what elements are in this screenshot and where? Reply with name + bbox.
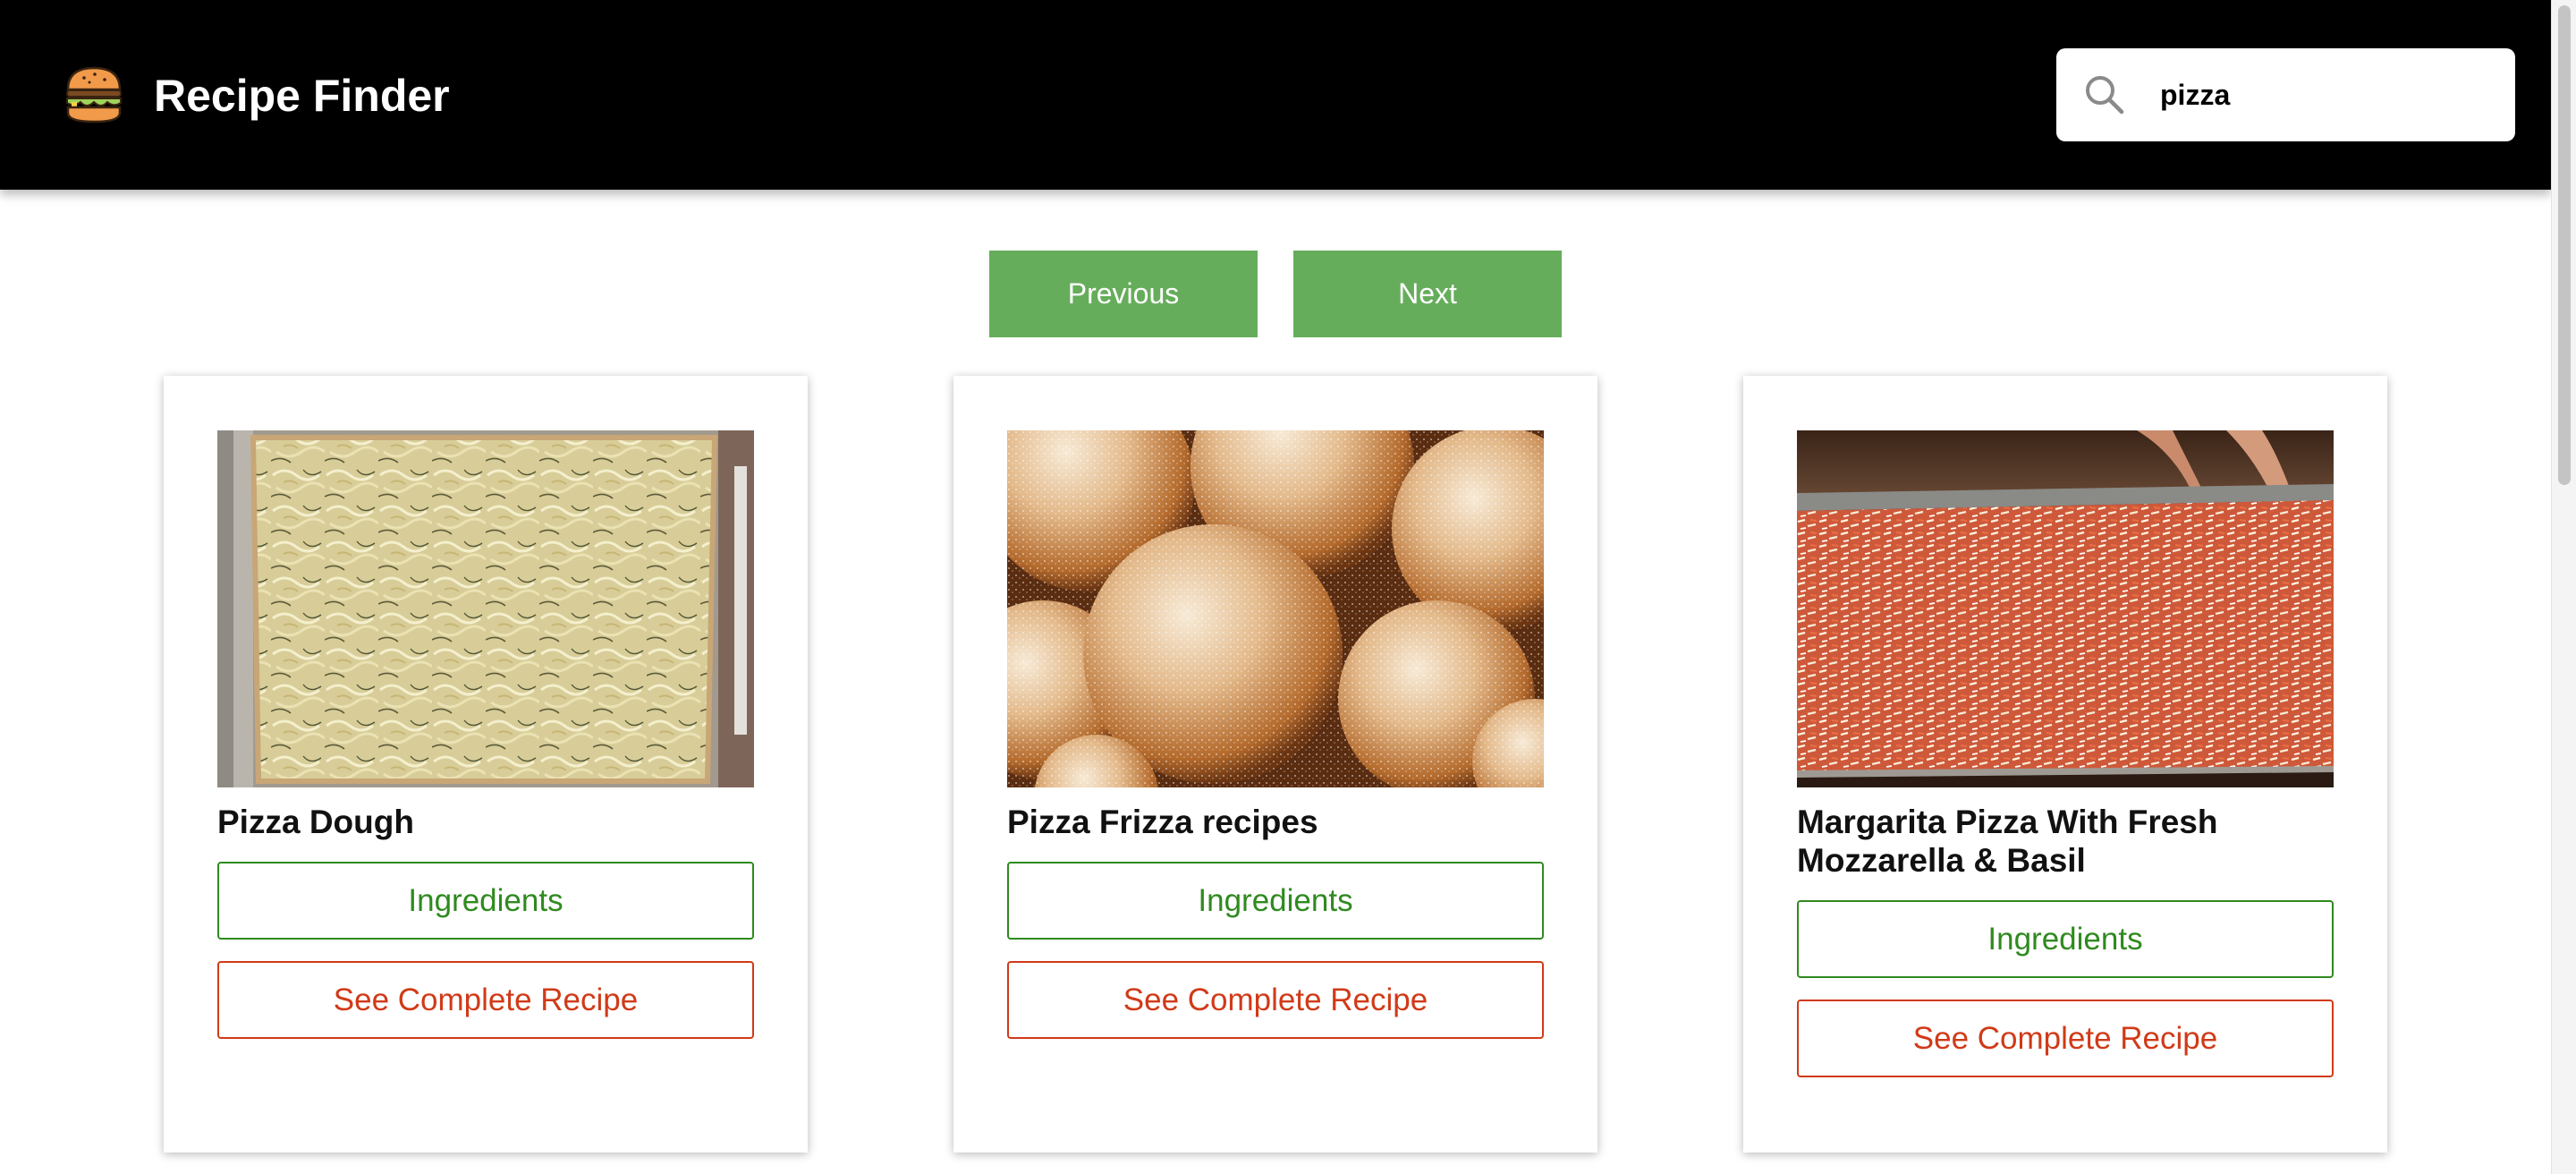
recipe-card: Margarita Pizza With Fresh Mozzarella & …: [1743, 376, 2387, 1153]
next-button[interactable]: Next: [1293, 251, 1562, 337]
recipe-card: Pizza Frizza recipes Ingredients See Com…: [953, 376, 1597, 1153]
app-header: Recipe Finder: [0, 0, 2551, 190]
vertical-scrollbar[interactable]: [2551, 0, 2576, 1174]
recipe-title: Margarita Pizza With Fresh Mozzarella & …: [1797, 804, 2218, 879]
search-box[interactable]: [2056, 48, 2515, 141]
ingredients-button[interactable]: Ingredients: [1797, 900, 2334, 978]
previous-button[interactable]: Previous: [989, 251, 1258, 337]
ingredients-button[interactable]: Ingredients: [217, 862, 754, 940]
recipe-title: Pizza Dough: [217, 804, 414, 840]
see-complete-recipe-button[interactable]: See Complete Recipe: [217, 961, 754, 1039]
recipe-title: Pizza Frizza recipes: [1007, 804, 1318, 840]
see-complete-recipe-button[interactable]: See Complete Recipe: [1797, 1000, 2334, 1077]
recipe-image: [1797, 430, 2334, 787]
recipe-image: [217, 430, 754, 787]
search-input[interactable]: [2160, 68, 2491, 122]
see-complete-recipe-button[interactable]: See Complete Recipe: [1007, 961, 1544, 1039]
app-title: Recipe Finder: [154, 71, 450, 121]
scrollbar-thumb[interactable]: [2558, 5, 2571, 485]
burger-icon: [63, 63, 125, 125]
recipe-card: Pizza Dough Ingredients See Complete Rec…: [164, 376, 808, 1153]
page: Recipe Finder Previous Next: [0, 0, 2551, 1174]
recipe-image: [1007, 430, 1544, 787]
search-icon: [2083, 73, 2126, 116]
ingredients-button[interactable]: Ingredients: [1007, 862, 1544, 940]
